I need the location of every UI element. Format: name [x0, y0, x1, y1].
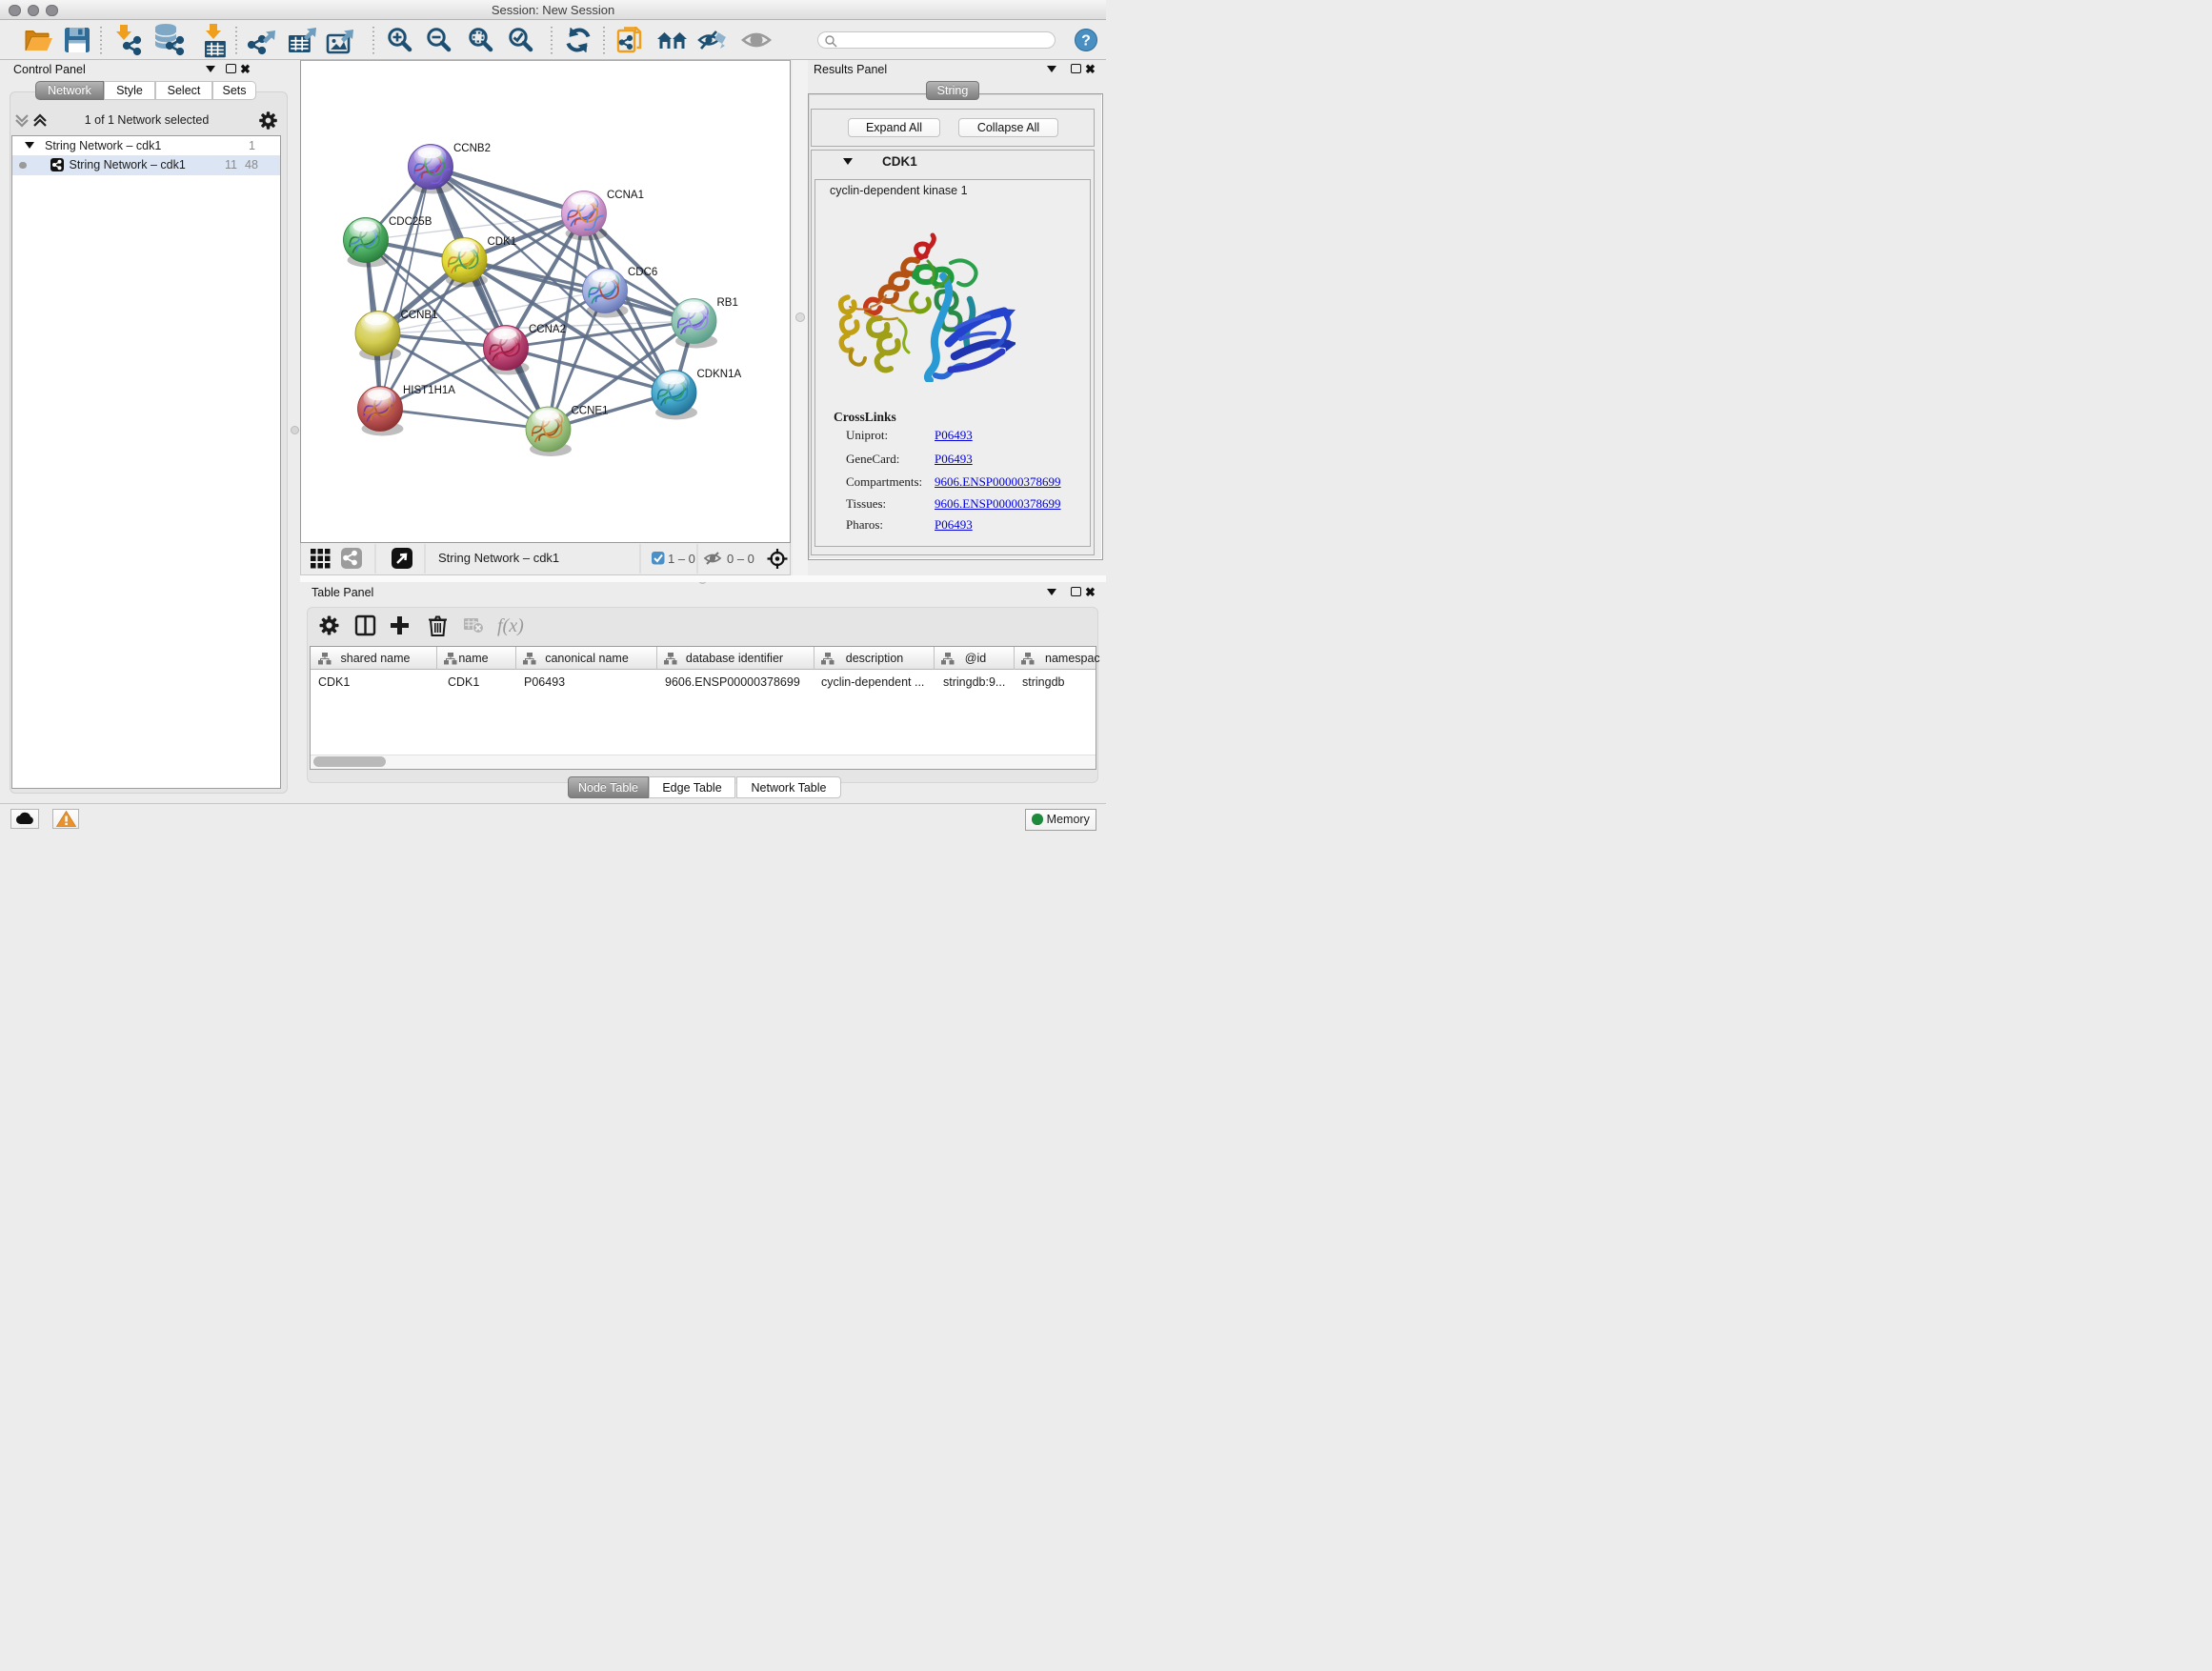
svg-text:CDC6: CDC6 [628, 267, 657, 278]
svg-text:RB1: RB1 [717, 297, 738, 309]
svg-text:CCNB1: CCNB1 [401, 310, 438, 321]
svg-text:CCNB2: CCNB2 [453, 143, 491, 154]
svg-text:?: ? [1081, 33, 1091, 50]
svg-text:HIST1H1A: HIST1H1A [403, 385, 455, 396]
svg-text:1 – 0: 1 – 0 [668, 552, 695, 566]
svg-text:f(x): f(x) [497, 615, 524, 636]
svg-text:0 – 0: 0 – 0 [727, 552, 754, 566]
svg-text:CCNE1: CCNE1 [572, 406, 609, 417]
svg-text:CDC25B: CDC25B [389, 216, 432, 228]
svg-text:CCNA2: CCNA2 [529, 324, 566, 335]
svg-text:CCNA1: CCNA1 [607, 190, 644, 201]
svg-text:CDK1: CDK1 [488, 236, 517, 248]
svg-text:CDKN1A: CDKN1A [697, 369, 742, 380]
